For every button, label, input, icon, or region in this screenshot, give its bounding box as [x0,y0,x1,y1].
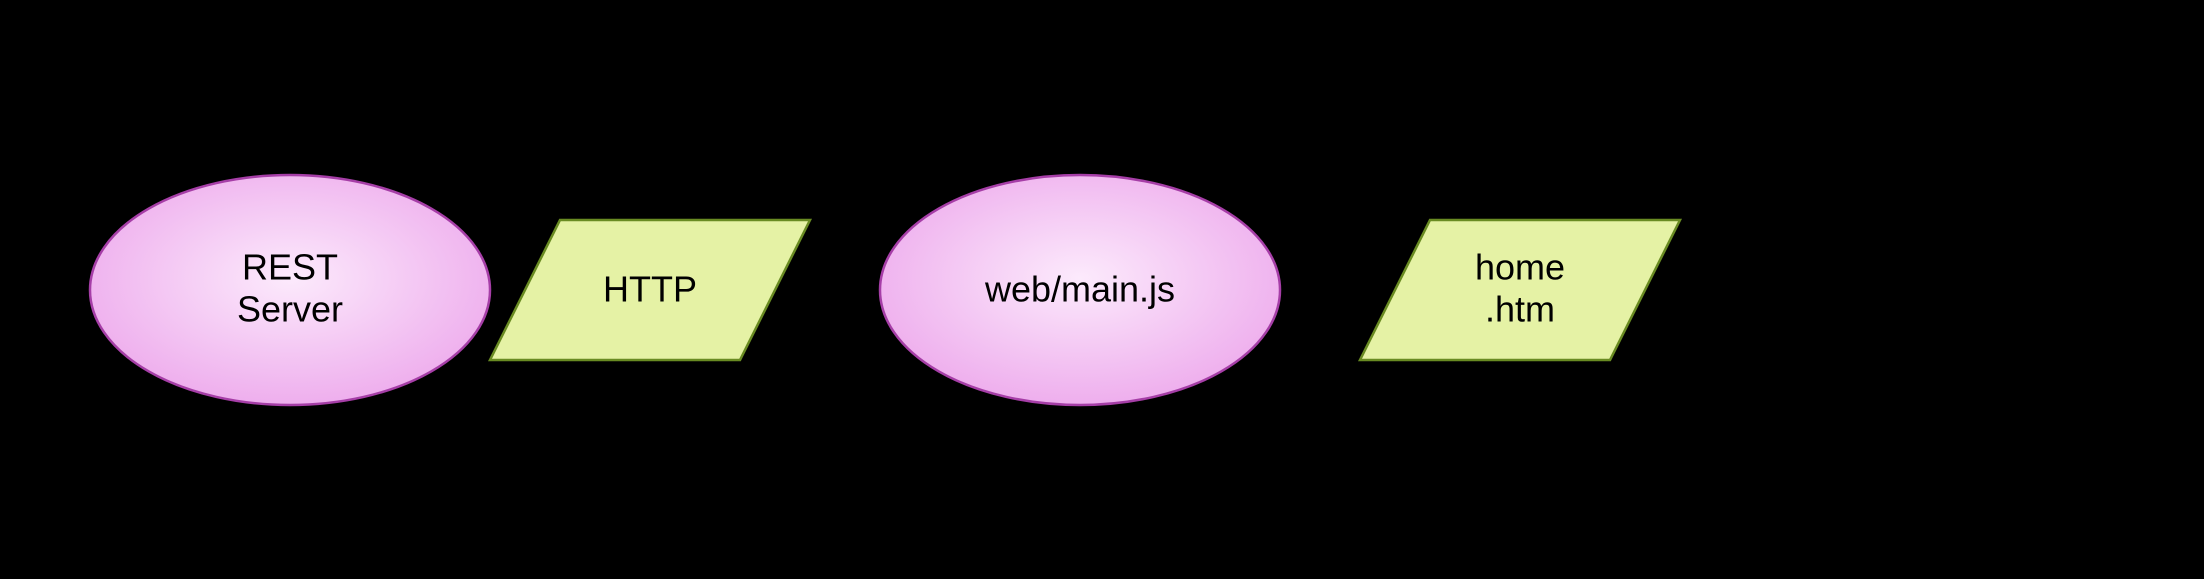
node-label: Server [237,289,343,330]
node-label: .htm [1485,289,1555,330]
node-rest-server: REST Server [90,175,490,405]
node-label: REST [242,247,338,288]
flow-diagram: REST Server HTTP web/main.js home .htm [0,0,2204,579]
node-label: home [1475,247,1565,288]
node-home: home .htm [1360,220,1680,360]
node-mainjs: web/main.js [880,175,1280,405]
node-label: HTTP [603,269,697,310]
node-http: HTTP [490,220,810,360]
node-label: web/main.js [984,269,1175,310]
